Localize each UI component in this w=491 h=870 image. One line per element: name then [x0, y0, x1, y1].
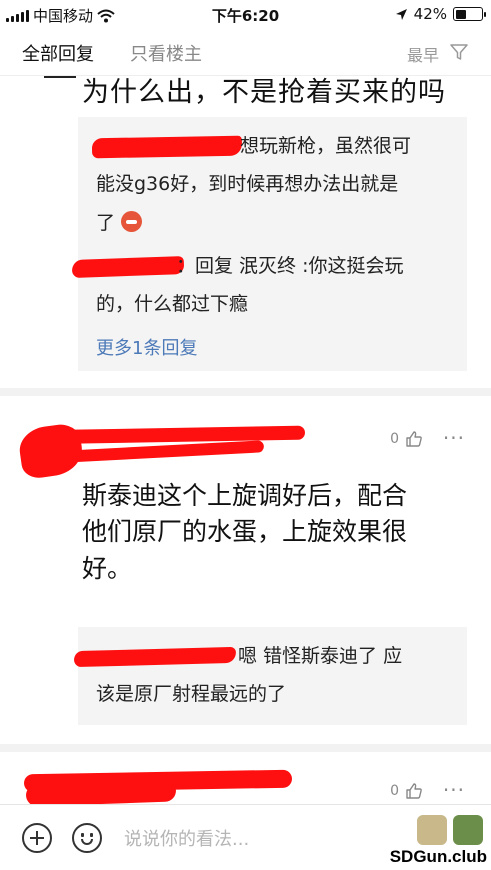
- divider: [0, 388, 491, 396]
- thumbs-up-icon: [406, 431, 422, 447]
- funnel-icon[interactable]: [449, 42, 469, 62]
- sub-reply-text: 嗯 错怪斯泰迪了 应: [238, 645, 403, 667]
- tab-op-only[interactable]: 只看楼主: [130, 40, 202, 66]
- divider: [0, 744, 491, 752]
- like-count: 0: [390, 431, 399, 447]
- sub-reply-text: 的，什么都过下瘾: [96, 293, 249, 315]
- thread-content: 为什么出，不是抢着买来的吗 想玩新枪，虽然很可 能没g36好，到时候再想办法出就…: [0, 76, 491, 804]
- redacted-username: [71, 256, 185, 278]
- sub-replies: 想玩新枪，虽然很可 能没g36好，到时候再想办法出就是 了 ：回复 泯灭终 :你…: [71, 117, 467, 371]
- watermark-text: SDGun.club: [389, 847, 487, 866]
- redacted-avatar: [25, 779, 177, 804]
- battery-percent: 42%: [413, 5, 447, 23]
- watermark-mascot-icon: [417, 815, 447, 845]
- post-body-line: 他们原厂的水蛋，上旋效果很: [82, 517, 408, 547]
- quote-dash: [44, 76, 76, 78]
- post-body-line: 好。: [82, 553, 133, 583]
- post-body-continued: 为什么出，不是抢着买来的吗: [82, 77, 446, 108]
- redacted-username: [73, 646, 237, 668]
- more-replies-link[interactable]: 更多1条回复: [96, 334, 197, 360]
- like-button[interactable]: 0: [390, 430, 423, 448]
- battery-level: [455, 9, 466, 19]
- status-right: 42%: [395, 5, 486, 23]
- battery-icon: [453, 7, 486, 21]
- emoji-mouth-icon: [81, 839, 93, 845]
- post-body: 斯泰迪这个上旋调好后，配合 他们原厂的水蛋，上旋效果很 好。: [82, 478, 407, 587]
- emoji-button[interactable]: [72, 823, 102, 853]
- add-attachment-button[interactable]: [22, 823, 52, 853]
- like-count: 0: [390, 783, 399, 799]
- sub-reply-text: 该是原厂射程最远的了: [96, 683, 287, 705]
- redacted-username: [91, 135, 243, 159]
- location-arrow-icon: [395, 8, 407, 20]
- comment-input[interactable]: 说说你的看法...: [124, 825, 249, 851]
- sub-reply-text: 能没g36好，到时候再想办法出就是: [96, 173, 399, 195]
- sub-reply-text-end: 了: [96, 212, 116, 234]
- sub-replies: 嗯 错怪斯泰迪了 应 该是原厂射程最远的了: [73, 627, 467, 725]
- more-options-icon[interactable]: ···: [443, 778, 465, 802]
- like-button[interactable]: 0: [390, 782, 423, 800]
- reply-filter-bar: 全部回复 只看楼主 最早: [0, 30, 491, 76]
- status-bar: 中国移动 下午6:20 42%: [0, 0, 491, 28]
- sort-earliest-button[interactable]: 最早: [407, 42, 439, 66]
- sub-reply-text: 想玩新枪，虽然很可: [240, 135, 412, 157]
- angry-face-icon: [121, 211, 143, 232]
- comment-composer: 说说你的看法... SDGun.club: [0, 804, 491, 870]
- tab-all-replies[interactable]: 全部回复: [22, 40, 94, 66]
- sub-reply-text: ：回复 泯灭终 :你这挺会玩: [176, 255, 404, 277]
- emoji-eye-icon: [90, 833, 93, 837]
- watermark-mascot-icon: [453, 815, 483, 845]
- sub-reply-text: 了: [96, 211, 143, 235]
- post-body-line: 斯泰迪这个上旋调好后，配合: [82, 481, 408, 510]
- emoji-eye-icon: [81, 833, 84, 837]
- more-options-icon[interactable]: ···: [443, 426, 465, 450]
- thumbs-up-icon: [406, 783, 422, 799]
